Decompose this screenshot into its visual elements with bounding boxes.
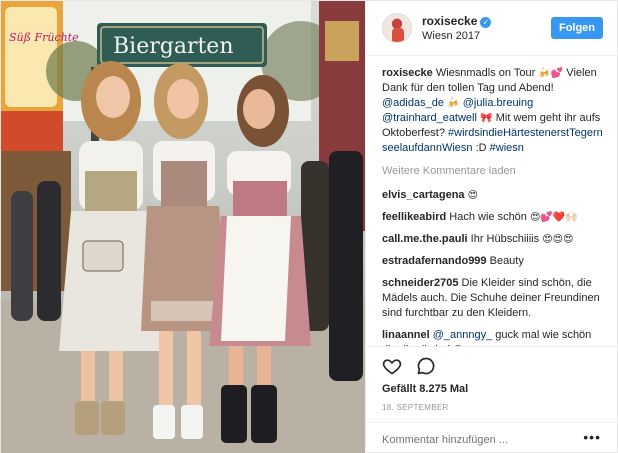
mention-link[interactable]: @_annngy_ — [433, 329, 493, 341]
comment-item: estradafernando999 Beauty — [382, 254, 607, 269]
load-more-comments-link[interactable]: Weitere Kommentare laden — [382, 164, 607, 179]
background-person — [11, 191, 33, 321]
comment-item: feellikeabird Hach wie schön 😍💕❤️🙌🏻 — [382, 210, 607, 225]
biergarten-sign-text: Biergarten — [113, 34, 233, 59]
post-date: 18. SEPTEMBER — [382, 403, 449, 412]
mention-link[interactable]: @julia.breuing — [463, 97, 534, 109]
mention-link[interactable]: @adidas_de — [382, 97, 444, 109]
more-options-icon[interactable]: ••• — [583, 429, 601, 445]
comment-item: schneider2705 Die Kleider sind schön, di… — [382, 276, 607, 321]
comment-emoji: 😍 — [467, 190, 479, 201]
caption-emoji: 🍻💕 — [538, 68, 564, 79]
comment-item: linaannel @_annngy_ guck mal wie schön d… — [382, 328, 607, 346]
instagram-post: Süß Früchte Biergarten roxisecke ✓ Wiesn… — [0, 0, 618, 453]
background-person — [329, 151, 363, 381]
avatar[interactable] — [382, 13, 412, 43]
comment-username[interactable]: estradafernando999 — [382, 255, 487, 267]
background-person — [37, 181, 61, 321]
post-photo[interactable]: Süß Früchte Biergarten — [1, 1, 365, 453]
comment-username[interactable]: elvis_cartagena — [382, 189, 465, 201]
comment-username[interactable]: call.me.the.pauli — [382, 233, 468, 245]
hashtag-link[interactable]: #wiesn — [490, 142, 524, 154]
comment-item: call.me.the.pauli Ihr Hübschiiiis 😍😍😍 — [382, 232, 607, 247]
comment-username[interactable]: linaannel — [382, 329, 430, 341]
post-sidebar: roxisecke ✓ Wiesn 2017 Folgen roxisecke W… — [365, 1, 618, 453]
like-count[interactable]: Gefällt 8.275 Mal — [382, 383, 468, 395]
mention-link[interactable]: @trainhard_eatwell — [382, 112, 477, 124]
comment-username[interactable]: feellikeabird — [382, 211, 446, 223]
comment-item: elvis_cartagena 😍 — [382, 188, 607, 203]
header-meta: roxisecke ✓ Wiesn 2017 — [422, 14, 492, 43]
verified-badge-icon: ✓ — [480, 16, 492, 28]
add-comment-bar: ••• — [366, 422, 618, 453]
comment-emoji: 😍😍😍 — [542, 234, 574, 245]
comment-input[interactable] — [382, 431, 572, 449]
post-actions: Gefällt 8.275 Mal 18. SEPTEMBER ••• — [366, 346, 618, 453]
booth-sign — [5, 7, 57, 107]
building-window — [325, 21, 359, 61]
post-caption: roxisecke Wiesnmadls on Tour 🍻💕 Vielen D… — [382, 66, 607, 156]
comment-text: Hach wie schön — [449, 211, 530, 223]
location-link[interactable]: Wiesn 2017 — [422, 29, 491, 43]
comment-bubble-icon[interactable] — [416, 356, 436, 376]
comment-text: Ihr Hübschiiiis — [470, 233, 543, 245]
caption-emoji: 🎀 — [476, 113, 496, 124]
follow-button[interactable]: Folgen — [551, 17, 603, 39]
header-username[interactable]: roxisecke — [422, 14, 477, 28]
caption-emoji: 🍻 — [443, 98, 463, 109]
action-icons — [382, 356, 436, 376]
photo-illustration: Süß Früchte Biergarten — [1, 1, 365, 453]
heart-icon[interactable] — [382, 356, 402, 376]
caption-text: Wiesnmadls on Tour — [432, 67, 539, 79]
post-header: roxisecke ✓ Wiesn 2017 Folgen — [366, 1, 618, 56]
comments-list[interactable]: roxisecke Wiesnmadls on Tour 🍻💕 Vielen D… — [382, 66, 607, 346]
comment-text: Beauty — [489, 255, 524, 267]
booth-stripe — [1, 111, 63, 151]
comment-username[interactable]: schneider2705 — [382, 277, 458, 289]
caption-text: :D — [472, 142, 490, 154]
caption-username[interactable]: roxisecke — [382, 67, 433, 79]
comment-emoji: 😍💕❤️🙌🏻 — [529, 212, 578, 223]
